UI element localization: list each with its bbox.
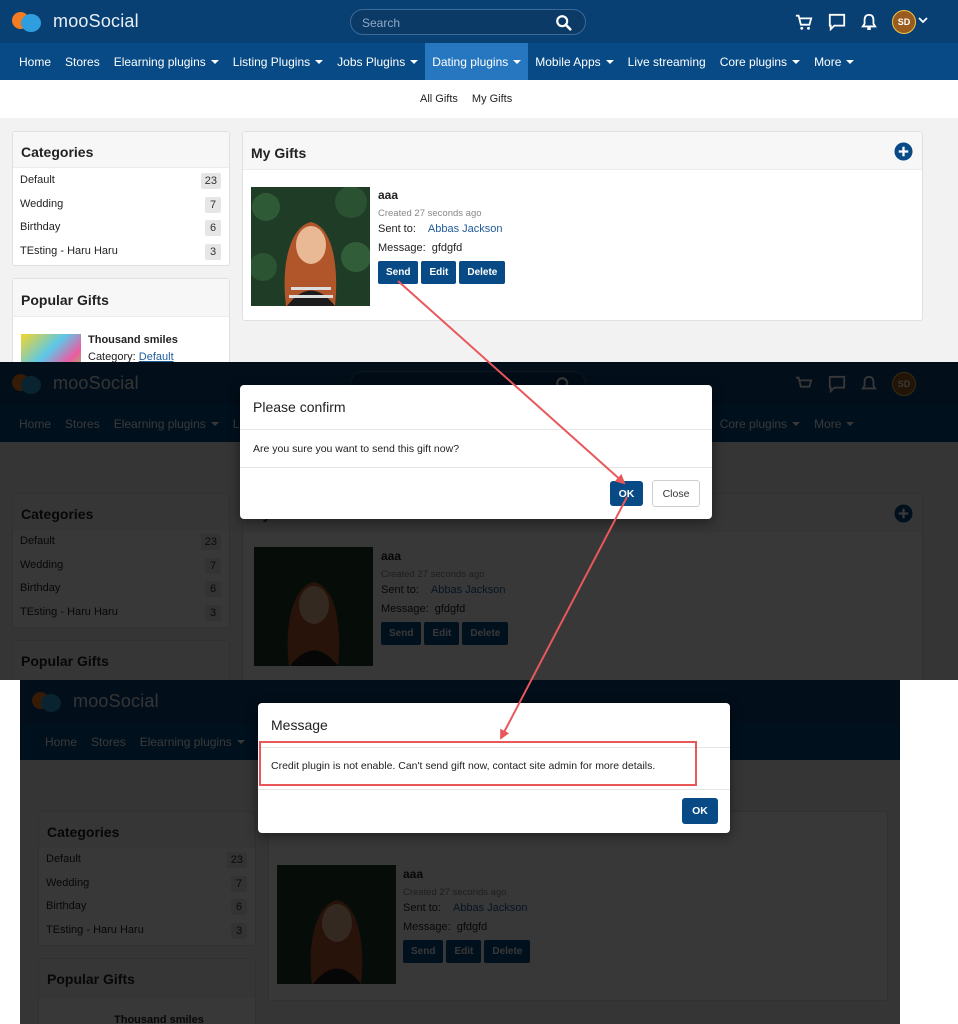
category-label: Category:: [88, 351, 136, 362]
search-icon[interactable]: [555, 14, 573, 32]
nav-item[interactable]: Elearning plugins: [107, 43, 226, 80]
category-link[interactable]: Default: [139, 351, 174, 362]
gift-thumbnail[interactable]: [21, 334, 81, 362]
nav-item-label: Home: [19, 54, 52, 69]
sent-to-label: Sent to:: [378, 223, 416, 235]
category-name: TEsting - Haru Haru: [20, 244, 118, 257]
cart-icon[interactable]: [795, 13, 813, 31]
user-avatar[interactable]: SD: [892, 10, 916, 34]
caret-down-icon: [513, 59, 522, 64]
gift-sent-to: Sent to: Abbas Jackson: [378, 223, 503, 235]
category-count: 23: [200, 173, 221, 189]
nav-item-active[interactable]: Dating plugins: [425, 43, 529, 80]
popular-gifts-box: Popular Gifts Thousand smiles Category: …: [12, 278, 230, 362]
delete-button[interactable]: Delete: [459, 261, 506, 284]
gift-created-time: Created 27 seconds ago: [378, 208, 482, 219]
nav-item[interactable]: Stores: [58, 43, 107, 80]
top-header: mooSocial Search SD: [0, 0, 958, 43]
brand-name[interactable]: mooSocial: [53, 11, 139, 32]
nav-item-label: Listing Plugins: [232, 54, 311, 69]
caret-down-icon: [210, 59, 219, 64]
nav-item[interactable]: More: [807, 43, 861, 80]
my-gifts-title: My Gifts: [243, 132, 922, 170]
chat-icon[interactable]: [828, 13, 846, 31]
screen-message: mooSocial Home Stores Elearning plugins …: [20, 680, 900, 1024]
search-placeholder: Search: [362, 16, 401, 30]
header-actions: SD: [795, 10, 916, 34]
recipient-link[interactable]: Abbas Jackson: [428, 223, 503, 235]
caret-down-icon: [410, 59, 419, 64]
gift-actions: Send Edit Delete: [378, 261, 506, 284]
main-navbar: Home Stores Elearning plugins Listing Pl…: [0, 43, 958, 80]
popular-gift-category: Category: Default: [88, 351, 174, 362]
popular-gifts-title: Popular Gifts: [13, 279, 229, 317]
confirm-dialog-message: Are you sure you want to send this gift …: [240, 430, 712, 468]
my-gifts-link[interactable]: My Gifts: [472, 93, 512, 105]
category-count: 3: [205, 243, 221, 260]
category-count: 6: [205, 220, 221, 236]
nav-item[interactable]: Listing Plugins: [226, 43, 330, 80]
gift-photo[interactable]: [251, 187, 370, 306]
caret-down-icon: [605, 59, 614, 64]
ok-button[interactable]: OK: [610, 481, 643, 506]
screen-my-gifts: mooSocial Search SD Home Stores Elearnin…: [0, 0, 958, 362]
caret-down-icon: [315, 59, 324, 64]
nav-item[interactable]: Home: [12, 43, 58, 80]
nav-item-label: Dating plugins: [432, 54, 509, 69]
category-count: 7: [205, 196, 221, 213]
gift-name[interactable]: aaa: [378, 188, 398, 202]
nav-item-label: Mobile Apps: [535, 54, 601, 69]
screen-confirm: mooSocial SD Home Stores Elearning plugi…: [0, 362, 958, 680]
nav-item[interactable]: Mobile Apps: [528, 43, 620, 80]
category-item[interactable]: Default 23: [13, 169, 229, 193]
edit-button[interactable]: Edit: [421, 261, 457, 284]
all-gifts-link[interactable]: All Gifts: [420, 93, 458, 105]
category-name: Wedding: [20, 197, 64, 210]
nav-item-label: Stores: [65, 54, 100, 69]
category-item[interactable]: TEsting - Haru Haru 3: [13, 240, 229, 264]
popular-gift-name[interactable]: Thousand smiles: [88, 334, 178, 346]
nav-list: Home Stores Elearning plugins Listing Pl…: [12, 43, 861, 80]
categories-box: Categories Default23 Wedding7 Birthday6 …: [12, 131, 230, 266]
caret-down-icon: [792, 59, 801, 64]
nav-item[interactable]: Core plugins: [713, 43, 807, 80]
message-dialog-footer: OK: [258, 790, 730, 840]
nav-item-label: More: [814, 54, 842, 69]
confirm-dialog-footer: OK Close: [240, 468, 712, 518]
add-gift-icon[interactable]: [894, 142, 913, 161]
chevron-down-icon[interactable]: [918, 17, 928, 24]
categories-title: Categories: [13, 132, 229, 168]
nav-item-label: Live streaming: [627, 54, 706, 69]
nav-item-label: Elearning plugins: [113, 54, 206, 69]
search-input[interactable]: Search: [350, 9, 586, 35]
category-name: Default: [20, 174, 55, 186]
caret-down-icon: [846, 59, 855, 64]
moosocial-logo-icon[interactable]: [12, 9, 42, 33]
confirm-dialog: Please confirm Are you sure you want to …: [240, 385, 712, 519]
nav-item-label: Core plugins: [719, 54, 788, 69]
confirm-dialog-title: Please confirm: [240, 385, 712, 430]
category-item[interactable]: Wedding 7: [13, 193, 229, 217]
error-message-highlight: [259, 741, 697, 786]
gift-message: Message: gfdgfd: [378, 242, 462, 254]
category-name: Birthday: [20, 221, 61, 233]
gifts-subnav: All Gifts My Gifts: [0, 80, 958, 118]
close-button[interactable]: Close: [652, 480, 700, 507]
nav-item-label: Jobs Plugins: [337, 54, 406, 69]
message-value: gfdgfd: [431, 242, 463, 254]
my-gifts-box: My Gifts aaa Created 27 seconds ago Sent…: [242, 131, 923, 321]
nav-item[interactable]: Jobs Plugins: [330, 43, 425, 80]
send-button[interactable]: Send: [378, 261, 419, 284]
category-item[interactable]: Birthday 6: [13, 216, 229, 240]
bell-icon[interactable]: [861, 13, 877, 31]
message-label: Message:: [378, 242, 426, 254]
nav-item[interactable]: Live streaming: [621, 43, 713, 80]
ok-button[interactable]: OK: [682, 798, 718, 824]
